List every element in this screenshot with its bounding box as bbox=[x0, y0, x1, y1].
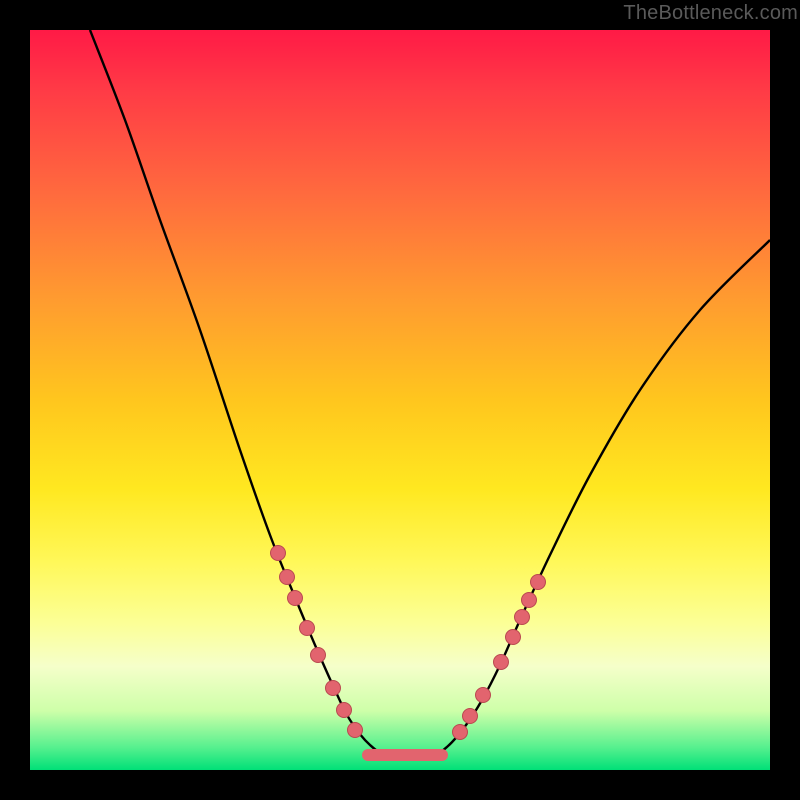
marker-right-1 bbox=[463, 709, 478, 724]
watermark-text: TheBottleneck.com bbox=[623, 2, 798, 25]
marker-right-3 bbox=[494, 655, 509, 670]
marker-cluster-left bbox=[271, 546, 363, 738]
marker-right-7 bbox=[531, 575, 546, 590]
plot-area bbox=[30, 30, 770, 770]
marker-left-0 bbox=[271, 546, 286, 561]
marker-left-3 bbox=[300, 621, 315, 636]
marker-left-6 bbox=[337, 703, 352, 718]
marker-cluster-right bbox=[453, 575, 546, 740]
outer-frame: TheBottleneck.com bbox=[0, 0, 800, 800]
chart-svg bbox=[30, 30, 770, 770]
marker-left-5 bbox=[326, 681, 341, 696]
bottleneck-curve bbox=[90, 30, 770, 757]
marker-right-4 bbox=[506, 630, 521, 645]
marker-left-1 bbox=[280, 570, 295, 585]
marker-left-7 bbox=[348, 723, 363, 738]
marker-left-4 bbox=[311, 648, 326, 663]
marker-right-6 bbox=[522, 593, 537, 608]
marker-left-2 bbox=[288, 591, 303, 606]
marker-right-5 bbox=[515, 610, 530, 625]
marker-right-0 bbox=[453, 725, 468, 740]
marker-right-2 bbox=[476, 688, 491, 703]
